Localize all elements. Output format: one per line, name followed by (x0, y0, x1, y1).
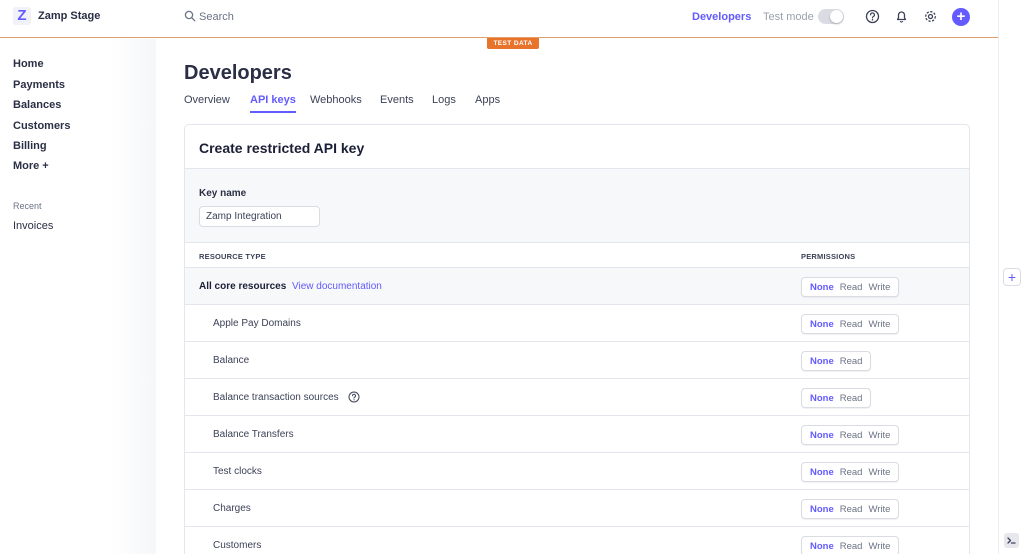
resource-label: All core resources (199, 281, 287, 292)
table-row: Balance Transfers None Read Write (185, 416, 969, 453)
table-row: Apple Pay Domains None Read Write (185, 305, 969, 342)
resource-label: Balance Transfers (213, 429, 294, 440)
add-panel-button[interactable]: + (1003, 268, 1021, 286)
tab-logs[interactable]: Logs (432, 94, 456, 111)
sidebar-item-balances[interactable]: Balances (13, 99, 61, 111)
permission-selector: None Read Write (801, 277, 900, 297)
permission-selector: None Read Write (801, 499, 900, 519)
resource-label: Charges (213, 503, 251, 514)
help-icon[interactable] (865, 9, 880, 24)
permission-option-write[interactable]: Write (865, 319, 893, 330)
permission-option-read[interactable]: Read (837, 282, 866, 293)
permission-selector: None Read (801, 351, 872, 371)
table-row: Charges None Read Write (185, 490, 969, 527)
permission-option-write[interactable]: Write (865, 282, 893, 293)
permission-option-read[interactable]: Read (837, 541, 866, 552)
tab-overview[interactable]: Overview (184, 94, 230, 111)
key-name-section: Key name (185, 168, 969, 242)
permission-option-none[interactable]: None (807, 356, 837, 367)
table-row: Test clocks None Read Write (185, 453, 969, 490)
sidebar-item-payments[interactable]: Payments (13, 79, 65, 91)
bell-icon[interactable] (894, 9, 909, 24)
permission-option-write[interactable]: Write (865, 430, 893, 441)
permission-option-none[interactable]: None (807, 504, 837, 515)
gear-icon[interactable] (923, 9, 938, 24)
permission-selector: None Read Write (801, 314, 900, 334)
restricted-key-card: Create restricted API key Key name RESOU… (184, 124, 970, 554)
sidebar-item-home[interactable]: Home (13, 58, 44, 70)
page-title: Developers (184, 62, 292, 84)
developers-link[interactable]: Developers (692, 11, 751, 23)
resource-label: Test clocks (213, 466, 262, 477)
test-mode-toggle[interactable] (818, 9, 844, 24)
plus-icon: + (42, 160, 49, 172)
card-title: Create restricted API key (199, 140, 365, 156)
top-bar: Z Zamp Stage Search Developers Test mode… (0, 0, 998, 38)
test-mode-label: Test mode (763, 11, 814, 23)
account-name[interactable]: Zamp Stage (38, 10, 100, 22)
key-name-label: Key name (199, 188, 247, 199)
permission-option-none[interactable]: None (807, 430, 837, 441)
permission-option-none[interactable]: None (807, 393, 837, 404)
sidebar-item-more[interactable]: More + (13, 160, 49, 172)
resource-type-header: RESOURCE TYPE (199, 252, 266, 261)
resource-label: Balance (213, 355, 250, 366)
tab-api-keys[interactable]: API keys (250, 94, 296, 113)
sidebar-item-customers[interactable]: Customers (13, 120, 70, 132)
permission-option-read[interactable]: Read (837, 356, 866, 367)
tab-webhooks[interactable]: Webhooks (310, 94, 362, 111)
search-input[interactable]: Search (199, 11, 234, 23)
permission-selector: None Read Write (801, 425, 900, 445)
permission-option-write[interactable]: Write (865, 504, 893, 515)
tab-events[interactable]: Events (380, 94, 414, 111)
sidebar-item-billing[interactable]: Billing (13, 140, 47, 152)
permission-option-read[interactable]: Read (837, 430, 866, 441)
permission-option-write[interactable]: Write (865, 467, 893, 478)
permission-option-none[interactable]: None (807, 282, 837, 293)
test-data-badge: TEST DATA (487, 38, 539, 49)
search-icon (184, 10, 196, 22)
account-logo[interactable]: Z (13, 7, 31, 25)
permission-selector: None Read (801, 388, 872, 408)
permission-option-read[interactable]: Read (837, 393, 866, 404)
toggle-knob (830, 10, 843, 23)
recent-section-label: Recent (13, 201, 42, 211)
tab-apps[interactable]: Apps (475, 94, 500, 111)
permissions-header: PERMISSIONS (801, 252, 856, 261)
permission-selector: None Read Write (801, 536, 900, 554)
permission-option-none[interactable]: None (807, 467, 837, 478)
table-row: All core resources View documentation None… (185, 268, 969, 305)
permission-option-read[interactable]: Read (837, 504, 866, 515)
permission-option-write[interactable]: Write (865, 541, 893, 552)
terminal-icon[interactable] (1004, 533, 1019, 548)
table-row: Customers None Read Write (185, 527, 969, 554)
sidebar: Home Payments Balances Customers Billing… (0, 39, 156, 554)
right-rail: + (998, 0, 1024, 554)
permission-option-read[interactable]: Read (837, 319, 866, 330)
key-name-input[interactable] (199, 206, 320, 227)
create-plus-button[interactable]: + (952, 8, 970, 26)
table-row: Balance transaction sources None Read (185, 379, 969, 416)
table-header: RESOURCE TYPE PERMISSIONS (185, 242, 969, 268)
resource-label: Apple Pay Domains (213, 318, 301, 329)
permission-selector: None Read Write (801, 462, 900, 482)
resource-label: Balance transaction sources (213, 392, 339, 403)
table-row: Balance None Read (185, 342, 969, 379)
question-circle-icon[interactable] (348, 391, 360, 403)
view-documentation-link[interactable]: View documentation (292, 281, 382, 292)
sidebar-item-more-label: More (13, 160, 40, 172)
permission-option-none[interactable]: None (807, 541, 837, 552)
permission-option-read[interactable]: Read (837, 467, 866, 478)
permission-option-none[interactable]: None (807, 319, 837, 330)
sidebar-recent-invoices[interactable]: Invoices (13, 220, 53, 232)
resource-label: Customers (213, 540, 262, 551)
